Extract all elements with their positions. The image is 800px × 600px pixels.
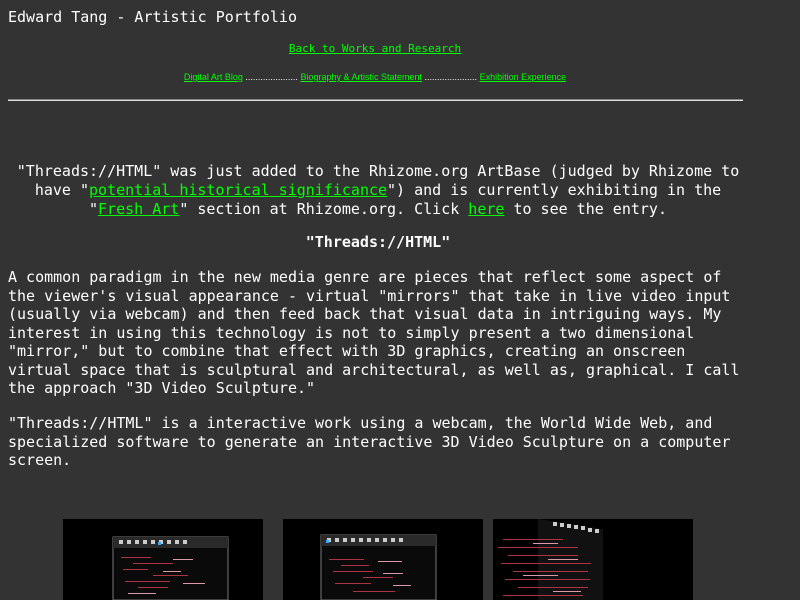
nav-separator: ..................... [424,72,478,82]
intro-paragraph: "Threads://HTML" was just added to the R… [8,162,748,219]
artwork-thumbnail-2[interactable] [283,519,483,600]
nav-link-biography[interactable]: Biography & Artistic Statement [300,72,422,82]
back-link-row: Back to Works and Research [0,41,750,57]
intro-text: " section at Rhizome.org. Click [179,200,469,218]
horizontal-divider [8,99,743,101]
artwork-thumbnail-1[interactable] [63,519,263,600]
back-to-works-link[interactable]: Back to Works and Research [289,42,461,55]
artwork-image [320,534,437,600]
artwork-thumbnail-3[interactable] [493,519,693,600]
page-title: Edward Tang - Artistic Portfolio [8,8,297,26]
here-link[interactable]: here [468,200,504,218]
nav-separator: ..................... [245,72,298,82]
nav-link-digital-art-blog[interactable]: Digital Art Blog [184,72,243,82]
historical-significance-link[interactable]: potential historical significance [89,181,387,199]
artwork-image [498,519,603,600]
work-description-1: A common paradigm in the new media genre… [8,268,740,397]
work-description-2: "Threads://HTML" is a interactive work u… [8,414,731,469]
intro-text: to see the entry. [504,200,667,218]
artwork-image [112,536,229,600]
nav-link-exhibition[interactable]: Exhibition Experience [480,72,567,82]
work-title: "Threads://HTML" [305,233,451,251]
fresh-art-link[interactable]: Fresh Art [98,200,179,218]
nav-bar: Digital Art Blog ..................... B… [0,70,750,84]
